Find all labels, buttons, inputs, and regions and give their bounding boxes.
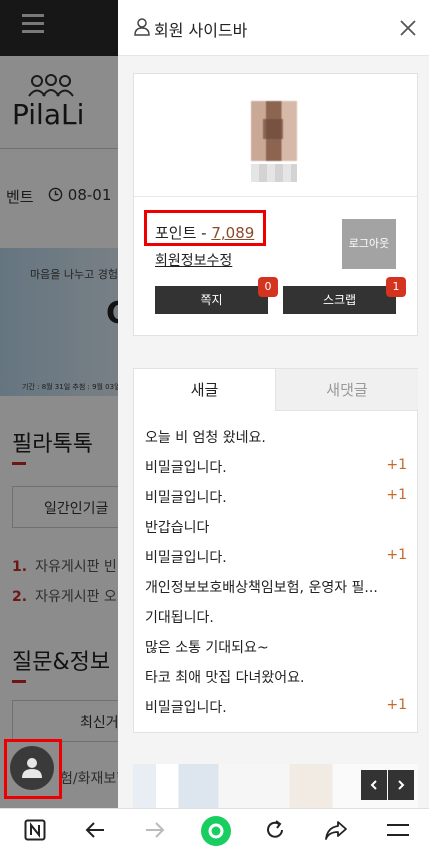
sidebar-header: 회원 사이드바 — [118, 0, 429, 56]
comment-count: +1 — [386, 547, 407, 563]
messages-button[interactable]: 쪽지 — [155, 286, 268, 314]
post-title: 오늘 비 엄청 왔네요. — [145, 430, 266, 446]
chevron-left-icon — [370, 780, 377, 790]
divider — [134, 196, 417, 197]
post-title: 비밀글입니다. — [145, 490, 227, 506]
member-sidebar: 회원 사이드바 포인트 - 7,089 회원정보수정 로그아웃 쪽지 0 스크랩… — [118, 0, 429, 808]
list-item[interactable]: 반갑습니다 — [145, 517, 407, 547]
comment-count: +1 — [386, 697, 407, 713]
list-item[interactable]: 오늘 비 엄청 왔네요. — [145, 427, 407, 457]
list-item[interactable]: 개인정보보호배상책임보험, 운영자 필... — [145, 577, 407, 607]
post-title: 기대됩니다. — [145, 610, 214, 626]
avatar — [251, 101, 297, 161]
post-title: 타코 최애 맛집 다녀왔어요. — [145, 670, 305, 686]
chevron-right-icon — [398, 780, 405, 790]
profile-card: 포인트 - 7,089 회원정보수정 로그아웃 쪽지 0 스크랩 1 — [133, 73, 418, 336]
banner-next-button[interactable] — [388, 770, 414, 800]
member-name-blurred — [251, 164, 297, 182]
browser-bottom-bar — [0, 808, 429, 852]
list-item[interactable]: 기대됩니다. — [145, 607, 407, 637]
sidebar-title: 회원 사이드바 — [154, 21, 248, 40]
highlight-box — [144, 210, 266, 246]
forward-arrow-icon[interactable] — [144, 819, 166, 841]
post-title: 개인정보보호배상책임보험, 운영자 필... — [145, 580, 378, 596]
list-item[interactable]: 비밀글입니다. +1 — [145, 547, 407, 577]
edit-profile-link[interactable]: 회원정보수정 — [155, 250, 232, 270]
recent-activity-card: 새글 새댓글 오늘 비 엄청 왔네요. 비밀글입니다. +1 비밀글입니다. +1 … — [133, 368, 418, 733]
scrap-count-badge: 1 — [386, 277, 406, 297]
home-green-circle-icon[interactable] — [200, 815, 232, 847]
back-arrow-icon[interactable] — [84, 819, 106, 841]
highlight-box — [4, 739, 62, 799]
banner-prev-button[interactable] — [361, 770, 387, 800]
logout-button[interactable]: 로그아웃 — [342, 219, 396, 269]
post-title: 반갑습니다 — [145, 520, 210, 536]
list-item[interactable]: 비밀글입니다. +1 — [145, 487, 407, 517]
list-item[interactable]: 많은 소통 기대되요~ — [145, 637, 407, 667]
messages-count-badge: 0 — [258, 277, 278, 297]
person-icon — [134, 18, 150, 36]
comment-count: +1 — [386, 457, 407, 473]
close-icon[interactable] — [398, 18, 418, 38]
post-title: 비밀글입니다. — [145, 460, 227, 476]
tab-new-comments[interactable]: 새댓글 — [276, 369, 418, 411]
post-title: 비밀글입니다. — [145, 550, 227, 566]
list-item[interactable]: 타코 최애 맛집 다녀왔어요. — [145, 667, 407, 697]
comment-count: +1 — [386, 487, 407, 503]
share-icon[interactable] — [324, 819, 348, 841]
scrap-button[interactable]: 스크랩 — [283, 286, 396, 314]
naver-n-icon[interactable] — [24, 819, 46, 841]
reload-icon[interactable] — [264, 819, 286, 841]
list-item[interactable]: 비밀글입니다. +1 — [145, 697, 407, 727]
new-posts-list: 오늘 비 엄청 왔네요. 비밀글입니다. +1 비밀글입니다. +1 반갑습니다 비… — [145, 427, 407, 727]
post-title: 비밀글입니다. — [145, 700, 227, 716]
post-title: 많은 소통 기대되요~ — [145, 640, 269, 656]
tab-new-posts[interactable]: 새글 — [134, 369, 276, 411]
menu-icon[interactable] — [386, 823, 410, 837]
list-item[interactable]: 비밀글입니다. +1 — [145, 457, 407, 487]
